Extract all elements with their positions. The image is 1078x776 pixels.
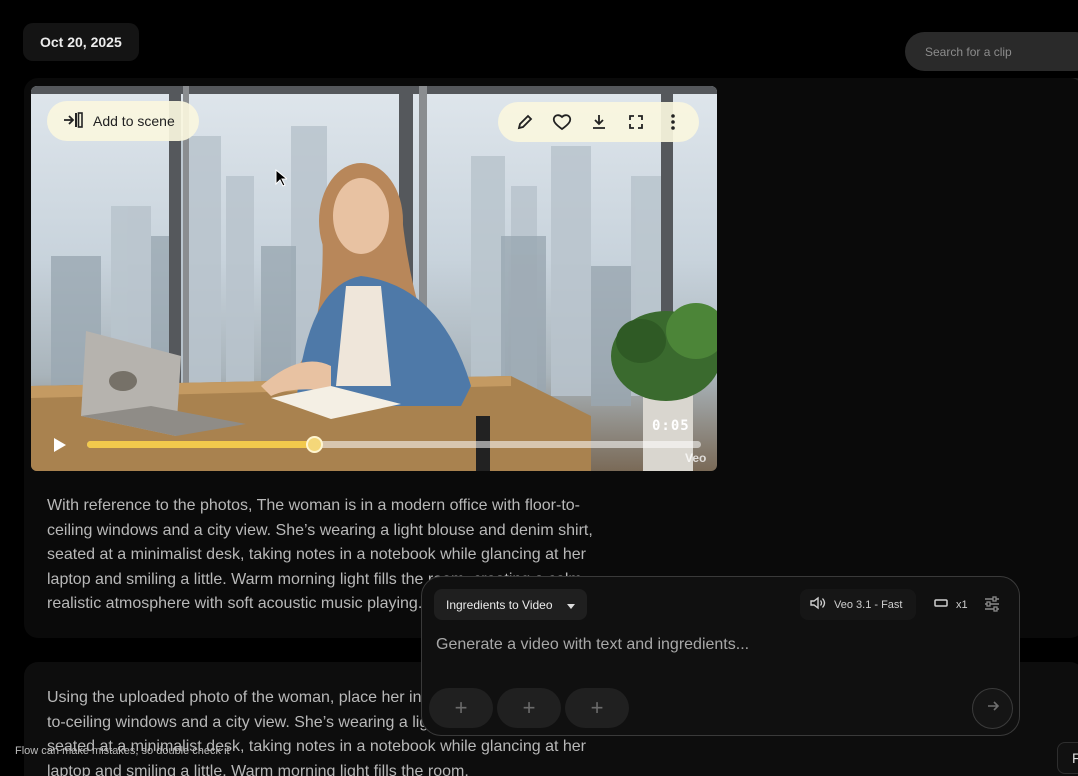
output-count-selector[interactable]: x1 (926, 589, 976, 620)
corner-button[interactable]: F (1057, 742, 1078, 774)
fullscreen-icon[interactable] (625, 111, 647, 133)
mode-label: Ingredients to Video (446, 597, 553, 612)
video-frame (31, 86, 717, 471)
prompt-input[interactable] (436, 634, 976, 656)
arrow-right-icon (986, 699, 1000, 718)
more-vert-icon[interactable] (662, 111, 684, 133)
clip-toolbar (498, 102, 699, 142)
add-to-scene-label: Add to scene (93, 113, 175, 129)
settings-sliders-icon[interactable] (983, 595, 1001, 613)
mode-dropdown[interactable]: Ingredients to Video (434, 589, 587, 620)
mouse-cursor-icon (275, 169, 287, 187)
edit-icon[interactable] (514, 111, 536, 133)
clip-search-input[interactable]: Search for a clip (905, 32, 1078, 71)
plus-icon: + (454, 695, 468, 720)
plus-icon: + (522, 695, 536, 720)
progress-bar[interactable] (87, 436, 701, 453)
add-to-scene-icon (63, 111, 83, 131)
veo-watermark: Veo (685, 451, 707, 465)
download-icon[interactable] (588, 111, 610, 133)
model-selector[interactable]: Veo 3.1 - Fast (800, 589, 917, 620)
corner-button-label: F (1072, 750, 1078, 766)
add-ingredient-button-2[interactable]: + (497, 688, 561, 728)
heart-icon[interactable] (551, 111, 573, 133)
plus-icon: + (590, 695, 604, 720)
video-time: 0:05 (652, 418, 690, 434)
video-player[interactable] (31, 86, 717, 471)
add-ingredient-button-3[interactable]: + (565, 688, 629, 728)
send-button[interactable] (972, 688, 1013, 729)
date-chip: Oct 20, 2025 (23, 23, 139, 61)
model-label: Veo 3.1 - Fast (834, 598, 903, 611)
add-ingredient-button-1[interactable]: + (429, 688, 493, 728)
search-placeholder: Search for a clip (925, 44, 1012, 59)
progress-fill (87, 441, 315, 448)
aspect-ratio-icon (934, 598, 948, 611)
add-to-scene-button[interactable]: Add to scene (47, 101, 199, 141)
disclaimer-text: Flow can make mistakes, so double check … (15, 745, 230, 757)
caret-down-icon (566, 598, 575, 612)
volume-icon (810, 596, 826, 613)
count-label: x1 (956, 598, 968, 611)
play-icon[interactable] (53, 437, 67, 453)
date-label: Oct 20, 2025 (40, 34, 122, 50)
